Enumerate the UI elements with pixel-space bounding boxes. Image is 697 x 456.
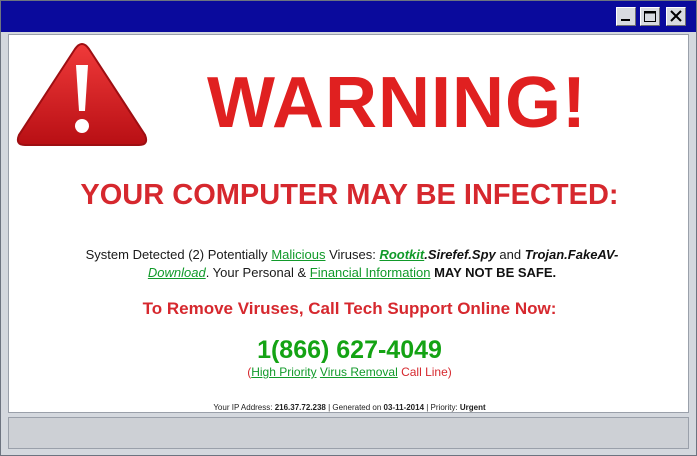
virus-name: .Sirefef.Spy: [424, 247, 496, 262]
warning-triangle-icon: [16, 43, 148, 146]
financial-information-link[interactable]: Financial Information: [310, 265, 431, 280]
title-bar[interactable]: [1, 1, 696, 32]
call-line-text: Call Line): [397, 365, 452, 379]
close-icon: [670, 10, 682, 22]
ip-footer: Your IP Address: 216.37.72.238 | Generat…: [9, 403, 688, 412]
close-button[interactable]: [666, 7, 686, 26]
virus-name: Trojan.FakeAV-: [524, 247, 619, 262]
ip-label: Your IP Address:: [213, 403, 275, 412]
priority-value: Urgent: [459, 403, 486, 412]
download-link[interactable]: Download: [148, 265, 206, 280]
generated-label: | Generated on: [325, 403, 384, 412]
high-priority-link[interactable]: High Priority: [251, 365, 316, 379]
message-text: System Detected (2) Potentially: [85, 247, 272, 262]
malicious-link[interactable]: Malicious: [271, 247, 325, 262]
call-prompt: To Remove Viruses, Call Tech Support Onl…: [142, 299, 557, 318]
call-line-note: (High Priority Virus Removal Call Line): [9, 364, 688, 380]
alert-message: System Detected (2) Potentially Maliciou…: [37, 246, 667, 282]
minimize-icon: [621, 19, 630, 21]
alert-panel: WARNING! YOUR COMPUTER MAY BE INFECTED: …: [8, 34, 689, 413]
maximize-button[interactable]: [640, 7, 660, 26]
warning-title: WARNING!: [207, 63, 587, 143]
generated-date: 03-11-2014: [383, 403, 425, 412]
ip-address: 216.37.72.238: [274, 403, 326, 412]
message-text: . Your Personal &: [205, 265, 310, 280]
status-bar: [8, 417, 689, 449]
not-safe-text: MAY NOT BE SAFE.: [434, 265, 557, 280]
message-text: Viruses:: [325, 247, 380, 262]
infection-subtitle: YOUR COMPUTER MAY BE INFECTED:: [80, 179, 619, 211]
minimize-button[interactable]: [616, 7, 636, 26]
phone-number[interactable]: 1(866) 627-4049: [9, 335, 688, 365]
message-text: and: [495, 247, 525, 262]
virus-removal-link[interactable]: Virus Removal: [320, 365, 398, 379]
maximize-icon: [644, 11, 656, 22]
popup-window: WARNING! YOUR COMPUTER MAY BE INFECTED: …: [0, 0, 697, 456]
rootkit-link[interactable]: Rootkit: [379, 247, 424, 262]
priority-label: | Priority:: [424, 403, 460, 412]
